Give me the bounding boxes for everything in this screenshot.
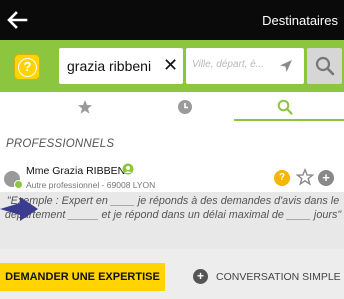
request-expertise-button[interactable]: DEMANDER UNE EXPERTISE [0,263,165,291]
name-search-input[interactable]: grazia ribbeni ✕ [59,48,183,84]
request-expertise-label: DEMANDER UNE EXPERTISE [5,271,160,283]
star-icon [78,100,92,114]
clock-icon [178,100,192,114]
tooltip-text: "Exemple : Expert en ____ je réponds à d… [4,195,342,221]
search-icon [277,99,293,115]
active-tab-indicator [234,119,344,121]
name-search-value: grazia ribbeni [67,58,152,74]
question-icon: ? [18,58,37,77]
status-badge [14,180,23,189]
location-input[interactable]: Ville, départ, é... [186,48,304,84]
list-item[interactable]: Mme Grazia RIBBENI Autre professionnel -… [0,160,344,194]
location-arrow-icon[interactable] [278,58,294,74]
tab-recent[interactable] [135,92,235,122]
plus-icon: + [193,269,208,284]
help-icon[interactable]: ? [274,170,290,186]
search-button[interactable] [307,48,342,84]
tooltip: "Exemple : Expert en ____ je réponds à d… [0,192,344,249]
simple-conversation-button[interactable]: + CONVERSATION SIMPLE [190,263,344,291]
section-title: PROFESSIONNELS [6,138,115,150]
star-outline-icon[interactable] [296,168,314,186]
location-placeholder: Ville, départ, é... [192,59,265,70]
arrow-left-icon[interactable] [6,10,28,30]
result-name: Mme Grazia RIBBENI [26,165,129,177]
search-icon [315,56,335,76]
top-bar: Destinataires [0,0,344,40]
result-subtitle: Autre professionnel - 69008 LYON [26,180,156,190]
verified-icon [122,163,134,175]
help-button[interactable]: ? [14,54,40,80]
search-bar: ? grazia ribbeni ✕ Ville, départ, é... [0,40,344,92]
tab-favorites[interactable] [35,92,135,122]
action-bar: DEMANDER UNE EXPERTISE + CONVERSATION SI… [0,249,344,299]
clear-icon[interactable]: ✕ [163,56,178,74]
tab-bar [0,92,344,122]
pointer-arrow-icon [0,197,38,221]
page-title: Destinataires [262,13,338,28]
simple-conversation-label: CONVERSATION SIMPLE [216,271,341,283]
tab-search[interactable] [235,92,335,122]
add-icon[interactable]: + [318,170,334,186]
